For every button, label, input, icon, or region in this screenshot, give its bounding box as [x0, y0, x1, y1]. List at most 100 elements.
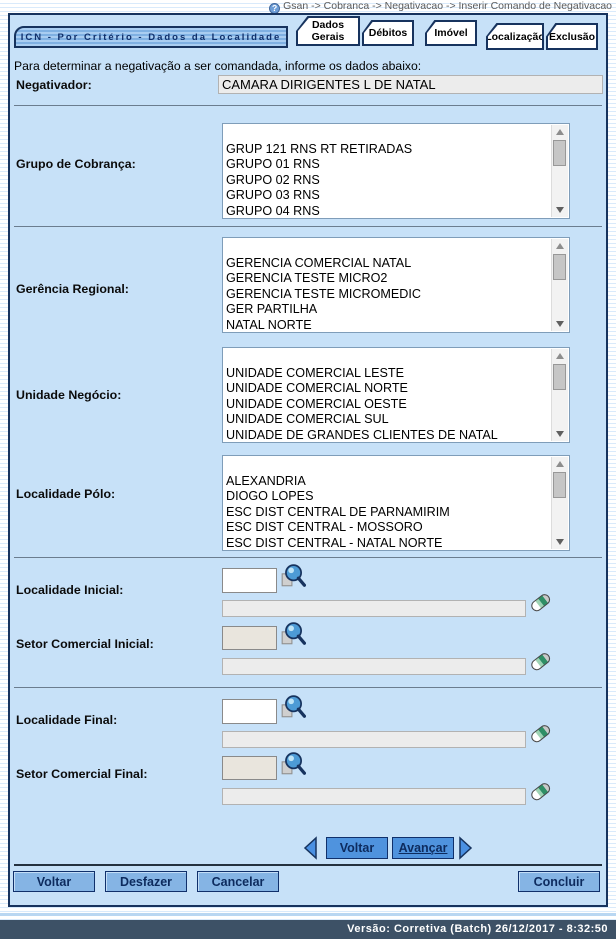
list-option[interactable]: UNIDADE COMERCIAL OESTE [226, 397, 550, 413]
footer-divider [14, 864, 602, 866]
concluir-button[interactable]: Concluir [518, 871, 600, 892]
grupo-cobranca-label: Grupo de Cobrança: [16, 157, 136, 171]
wizard-avancar-label: Avançar [399, 841, 448, 855]
help-icon[interactable]: ? [269, 3, 280, 14]
scroll-down-icon[interactable] [552, 427, 568, 441]
next-arrow-icon[interactable] [458, 836, 474, 860]
scroll-down-icon[interactable] [552, 535, 568, 549]
wizard-voltar-button[interactable]: Voltar [326, 837, 388, 859]
list-option[interactable]: GRUPO 02 RNS [226, 173, 550, 189]
voltar-button[interactable]: Voltar [13, 871, 95, 892]
cancelar-label: Cancelar [212, 875, 265, 889]
breadcrumb: ?Gsan -> Cobranca -> Negativacao -> Inse… [0, 0, 612, 13]
localidade-final-label: Localidade Final: [16, 713, 117, 727]
localidade-polo-listbox[interactable]: ALEXANDRIADIOGO LOPESESC DIST CENTRAL DE… [222, 455, 570, 551]
setor-comercial-final-label: Setor Comercial Final: [16, 767, 148, 781]
version-text: Versão: Corretiva (Batch) 26/12/2017 - 8… [347, 923, 608, 935]
tab-exclusao[interactable]: Exclusão [546, 23, 598, 50]
search-icon[interactable] [280, 751, 306, 777]
eraser-icon[interactable] [528, 649, 553, 674]
list-option[interactable]: GERENCIA TESTE MICRO2 [226, 271, 550, 287]
wizard-voltar-label: Voltar [340, 841, 375, 855]
search-icon[interactable] [280, 563, 306, 589]
eraser-icon[interactable] [528, 721, 553, 746]
eraser-icon[interactable] [528, 779, 553, 804]
list-option[interactable]: ALEXANDRIA [226, 474, 550, 490]
cancelar-button[interactable]: Cancelar [197, 871, 279, 892]
list-option[interactable]: GRUP 121 RNS RT RETIRADAS [226, 142, 550, 158]
list-option[interactable]: UNIDADE COMERCIAL NORTE [226, 381, 550, 397]
section-divider [14, 105, 602, 106]
page-title-text: ICN - Por Critério - Dados da Localidade [21, 32, 282, 43]
list-option[interactable]: DIOGO LOPES [226, 489, 550, 505]
concluir-label: Concluir [534, 875, 585, 889]
scroll-thumb[interactable] [553, 472, 566, 498]
search-icon[interactable] [280, 694, 306, 720]
search-icon[interactable] [280, 621, 306, 647]
eraser-icon[interactable] [528, 590, 553, 615]
list-option[interactable] [226, 458, 550, 474]
scroll-thumb[interactable] [553, 140, 566, 166]
setor-comercial-inicial-label: Setor Comercial Inicial: [16, 637, 154, 651]
scroll-up-icon[interactable] [552, 457, 568, 471]
tab-label: Débitos [369, 27, 408, 39]
list-option[interactable]: GRUPO 03 RNS [226, 188, 550, 204]
section-divider [14, 226, 602, 227]
gerencia-regional-listbox[interactable]: GERENCIA COMERCIAL NATALGERENCIA TESTE M… [222, 237, 570, 333]
tab-imovel[interactable]: Imóvel [425, 20, 477, 46]
list-option[interactable]: UNIDADE COMERCIAL LESTE [226, 366, 550, 382]
localidade-final-desc-field [222, 731, 526, 748]
previous-arrow-icon[interactable] [302, 836, 318, 860]
localidade-inicial-code-input[interactable] [222, 568, 277, 593]
localidade-final-code-input[interactable] [222, 699, 277, 724]
tab-label: Dados Gerais [298, 19, 358, 43]
grupo-cobranca-listbox[interactable]: GRUP 121 RNS RT RETIRADASGRUPO 01 RNSGRU… [222, 123, 570, 219]
negativador-field [218, 75, 603, 94]
list-option[interactable]: ESC DIST CENTRAL - NATAL NORTE [226, 536, 550, 549]
setor-comercial-final-desc-field [222, 788, 526, 805]
tab-label: Exclusão [549, 31, 595, 43]
list-option[interactable]: GRUPO 04 RNS [226, 204, 550, 217]
scroll-up-icon[interactable] [552, 239, 568, 253]
page-title: ICN - Por Critério - Dados da Localidade [14, 26, 288, 48]
breadcrumb-path: Gsan -> Cobranca -> Negativacao -> Inser… [283, 0, 612, 12]
section-divider [14, 557, 602, 558]
scroll-up-icon[interactable] [552, 125, 568, 139]
setor-comercial-inicial-code-input [222, 626, 277, 650]
list-option[interactable] [226, 350, 550, 366]
list-option[interactable] [226, 126, 550, 142]
list-option[interactable]: GRUPO 01 RNS [226, 157, 550, 173]
list-option[interactable]: GERENCIA COMERCIAL NATAL [226, 256, 550, 272]
scroll-thumb[interactable] [553, 364, 566, 390]
scrollbar [551, 239, 568, 331]
wizard-avancar-button[interactable]: Avançar [392, 837, 454, 859]
list-option[interactable]: GERENCIA TESTE MICROMEDIC [226, 287, 550, 303]
scroll-thumb[interactable] [553, 254, 566, 280]
unidade-negocio-listbox[interactable]: UNIDADE COMERCIAL LESTEUNIDADE COMERCIAL… [222, 347, 570, 443]
version-footer: Versão: Corretiva (Batch) 26/12/2017 - 8… [0, 920, 616, 939]
list-option[interactable]: NATAL NORTE [226, 318, 550, 331]
list-option[interactable] [226, 240, 550, 256]
list-option[interactable]: UNIDADE COMERCIAL SUL [226, 412, 550, 428]
scrollbar [551, 125, 568, 217]
negativador-label: Negativador: [16, 78, 92, 92]
unidade-negocio-label: Unidade Negócio: [16, 388, 121, 402]
desfazer-label: Desfazer [120, 875, 172, 889]
gerencia-regional-label: Gerência Regional: [16, 282, 129, 296]
list-option[interactable]: ESC DIST CENTRAL - MOSSORO [226, 520, 550, 536]
scroll-down-icon[interactable] [552, 317, 568, 331]
scroll-down-icon[interactable] [552, 203, 568, 217]
list-option[interactable]: GER PARTILHA [226, 302, 550, 318]
localidade-inicial-label: Localidade Inicial: [16, 583, 123, 597]
desfazer-button[interactable]: Desfazer [105, 871, 187, 892]
tab-debitos[interactable]: Débitos [362, 20, 414, 46]
scroll-up-icon[interactable] [552, 349, 568, 363]
list-option[interactable]: UNIDADE DE GRANDES CLIENTES DE NATAL [226, 428, 550, 441]
tab-label: Imóvel [434, 27, 467, 39]
tab-dados-gerais[interactable]: Dados Gerais [296, 16, 360, 46]
list-option[interactable]: ESC DIST CENTRAL DE PARNAMIRIM [226, 505, 550, 521]
tab-localizacao[interactable]: Localização [486, 23, 544, 50]
voltar-label: Voltar [37, 875, 72, 889]
intro-text: Para determinar a negativação a ser coma… [14, 59, 421, 73]
setor-comercial-final-code-input [222, 756, 277, 780]
